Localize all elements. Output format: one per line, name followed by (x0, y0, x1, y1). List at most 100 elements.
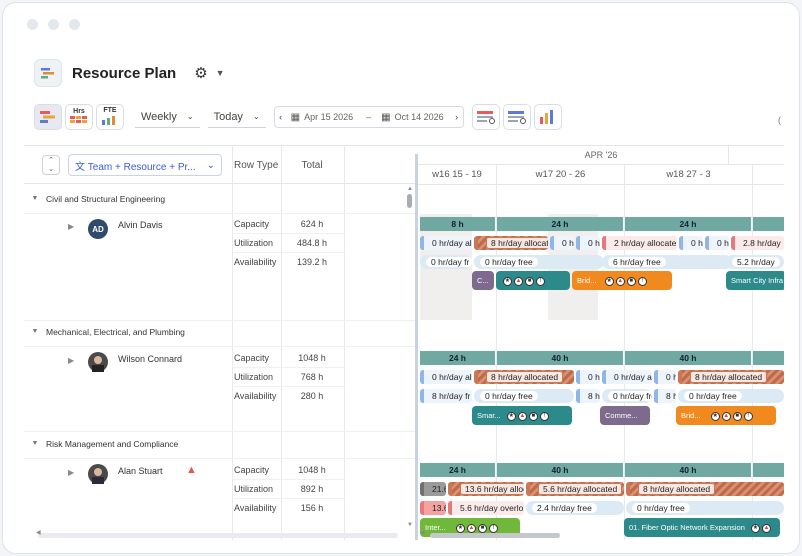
project-chip[interactable]: 01. Fiber Optic Network Expansion ★ ▲ (624, 518, 780, 537)
hours-view-button[interactable]: Hrs (65, 104, 93, 130)
capacity-bar[interactable]: 24 h (497, 217, 623, 231)
scroll-left-icon[interactable]: ◀ (36, 529, 41, 536)
horizontal-scrollbar-thumb[interactable] (430, 533, 560, 538)
availability-pill[interactable]: 5.2 hr/day (726, 255, 784, 269)
capacity-bar[interactable]: 24 h (420, 351, 495, 365)
window-dot[interactable] (27, 19, 38, 30)
capacity-bar[interactable] (753, 351, 784, 365)
column-settings-button[interactable] (502, 104, 531, 130)
availability-pill[interactable]: 2.4 hr/day free (526, 501, 624, 515)
next-arrow-icon[interactable]: › (451, 112, 463, 122)
project-chip[interactable]: Smar... ★ ▲ ■! (472, 406, 572, 425)
end-date[interactable]: Oct 14 2026 (395, 112, 451, 122)
project-chip-icons[interactable]: ★ ▲ ■! (496, 271, 570, 290)
team-row[interactable]: ▼ Risk Management and Compliance (24, 429, 415, 459)
utilization-pill[interactable]: 13.6 hr/day alloca (448, 482, 524, 496)
chevron-down-icon[interactable]: ▼ (216, 68, 225, 78)
column-header-total[interactable]: Total (282, 146, 342, 184)
availability-pill[interactable]: 0 hr/day free (602, 389, 652, 403)
week-column-header[interactable]: w17 20 - 26 (496, 165, 624, 184)
utilization-pill[interactable]: 2.8 hr/day (731, 236, 784, 250)
availability-pill[interactable]: 0 hr/day fr (420, 255, 472, 269)
utilization-pill[interactable]: 5.6 hr/day allocated (526, 482, 624, 496)
scroll-up-icon[interactable]: ▲ (407, 186, 413, 192)
availability-pill[interactable]: 13.6 (420, 501, 446, 515)
utilization-pill[interactable]: 0 hr/day al (602, 370, 652, 384)
column-header-row-type[interactable]: Row Type (234, 146, 278, 184)
utilization-pill[interactable]: 8 hr/day allocate (474, 236, 548, 250)
gantt-view-button[interactable] (34, 104, 62, 130)
utilization-pill[interactable]: 2 hr/day allocate (602, 236, 677, 250)
row-settings-button[interactable] (471, 104, 500, 130)
capacity-bar[interactable]: 8 h (420, 217, 495, 231)
capacity-bar[interactable]: 24 h (625, 217, 751, 231)
team-row[interactable]: ▼ Mechanical, Electrical, and Plumbing (24, 317, 415, 347)
utilization-pill[interactable]: 0 hr (679, 236, 703, 250)
capacity-bar[interactable] (753, 217, 784, 231)
horizontal-scrollbar-track[interactable] (38, 533, 398, 538)
prev-arrow-icon[interactable]: ‹ (275, 112, 287, 122)
truncated-control-icon[interactable]: ( (778, 115, 781, 125)
utilization-pill[interactable]: 0 hr (550, 236, 574, 250)
project-chip[interactable]: Brid... ★ ▲ ■! (676, 406, 776, 425)
week-column-header[interactable] (752, 165, 784, 184)
collapse-triangle-icon[interactable]: ▼ (24, 195, 46, 202)
availability-pill[interactable]: 0 hr/day free (626, 501, 784, 515)
utilization-pill[interactable]: 0 hr (576, 236, 600, 250)
group-by-select[interactable]: 文 Team + Resource + Pr... ⌄ (68, 146, 222, 184)
calendar-icon[interactable]: ▦ (381, 112, 390, 123)
capacity-bar[interactable] (753, 463, 784, 477)
window-dot[interactable] (48, 19, 59, 30)
week-column-header[interactable]: w16 15 - 19 (418, 165, 496, 184)
utilization-pill[interactable]: 8 hr/day allocated (474, 370, 574, 384)
availability-pill[interactable]: 0 hr/day free (474, 255, 604, 269)
utilization-pill[interactable]: 21.6 (420, 482, 446, 496)
availability-pill[interactable]: 0 hr/day free (474, 389, 574, 403)
fte-view-button[interactable]: FTE (96, 104, 124, 130)
project-chip[interactable]: C... (472, 271, 494, 290)
capacity-bar[interactable]: 40 h (497, 351, 623, 365)
project-chip[interactable]: Brid... ★ ▲ ■! (572, 271, 672, 290)
week-column-header[interactable]: w18 27 - 3 (624, 165, 752, 184)
expand-triangle-icon[interactable]: ▶ (68, 356, 74, 365)
scroll-left-icon[interactable]: ◀ (420, 529, 425, 536)
warning-icon[interactable]: ▲ (186, 464, 197, 476)
utilization-pill[interactable]: 0 hr/day al (420, 236, 472, 250)
today-select[interactable]: Today ⌄ (207, 106, 266, 128)
utilization-pill[interactable]: 0 hr/day al (420, 370, 472, 384)
project-chip[interactable]: Comme... (600, 406, 650, 425)
window-dot[interactable] (69, 19, 80, 30)
resource-name[interactable]: Wilson Connard (118, 354, 182, 364)
report-button[interactable] (533, 104, 562, 130)
capacity-bar[interactable]: 40 h (625, 351, 751, 365)
scroll-down-icon[interactable]: ▼ (407, 522, 413, 528)
expand-triangle-icon[interactable]: ▶ (68, 222, 74, 231)
utilization-pill[interactable]: 0 hr (654, 370, 676, 384)
availability-pill[interactable]: 0 hr/day free (678, 389, 784, 403)
collapse-triangle-icon[interactable]: ▼ (24, 440, 46, 447)
vertical-scrollbar[interactable] (407, 194, 412, 208)
availability-pill[interactable]: 8 hr (576, 389, 600, 403)
capacity-bar[interactable]: 24 h (420, 463, 495, 477)
utilization-pill[interactable]: 0 hr (705, 236, 729, 250)
start-date[interactable]: Apr 15 2026 (304, 112, 360, 122)
resource-name[interactable]: Alvin Davis (118, 220, 163, 230)
availability-pill[interactable]: 5.6 hr/day overlo (448, 501, 524, 515)
team-row[interactable]: ▼ Civil and Structural Engineering (24, 184, 415, 214)
utilization-pill[interactable]: 0 hr (576, 370, 600, 384)
availability-pill[interactable]: 6 hr/day free (602, 255, 732, 269)
settings-gear-icon[interactable]: ⚙ (194, 64, 207, 82)
availability-pill[interactable]: 8 hr (654, 389, 676, 403)
capacity-bar[interactable]: 40 h (625, 463, 751, 477)
utilization-pill[interactable]: 8 hr/day allocated (678, 370, 784, 384)
utilization-pill[interactable]: 8 hr/day allocated (626, 482, 784, 496)
project-chip[interactable]: Smart City Infra (726, 271, 784, 290)
expand-triangle-icon[interactable]: ▶ (68, 468, 74, 477)
resource-name[interactable]: Alan Stuart (118, 466, 163, 476)
sort-button[interactable]: ⌃ ⌄ (42, 146, 60, 184)
view-period-select[interactable]: Weekly ⌄ (135, 106, 200, 128)
calendar-icon[interactable]: ▦ (291, 112, 300, 123)
availability-pill[interactable]: 8 hr/day fr (420, 389, 472, 403)
collapse-triangle-icon[interactable]: ▼ (24, 328, 46, 335)
capacity-bar[interactable]: 40 h (497, 463, 623, 477)
